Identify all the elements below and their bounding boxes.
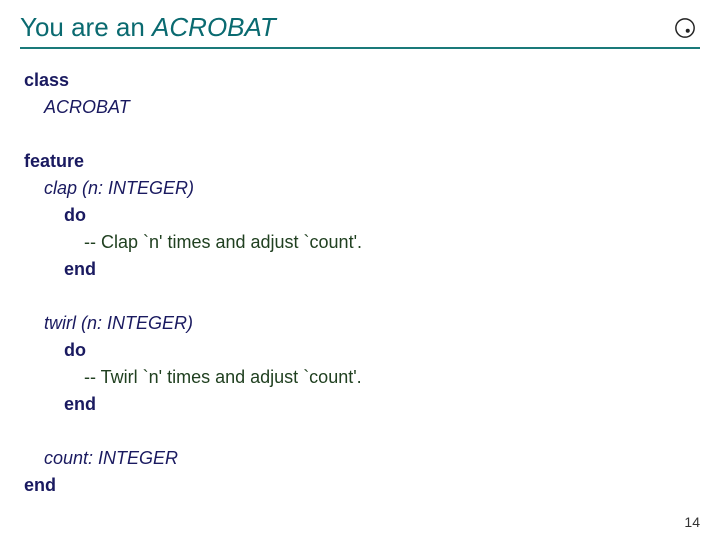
keyword-class: class [24, 70, 69, 90]
keyword-feature: feature [24, 151, 84, 171]
twirl-comment: -- Twirl `n' times and adjust `count'. [84, 367, 362, 387]
page-title: You are an ACROBAT [20, 12, 276, 43]
code-block: class ACROBAT feature clap (n: INTEGER) … [20, 67, 700, 499]
title-prefix: You are an [20, 12, 152, 42]
keyword-do: do [64, 205, 86, 225]
keyword-do: do [64, 340, 86, 360]
keyword-end-class: end [24, 475, 56, 495]
count-declaration: count: INTEGER [44, 448, 178, 468]
clap-signature: clap (n: INTEGER) [44, 178, 194, 198]
class-name: ACROBAT [44, 97, 130, 117]
title-bar: You are an ACROBAT [20, 12, 700, 49]
keyword-end: end [64, 394, 96, 414]
keyword-end: end [64, 259, 96, 279]
clap-comment: -- Clap `n' times and adjust `count'. [84, 232, 362, 252]
page-number: 14 [684, 514, 700, 530]
twirl-signature: twirl (n: INTEGER) [44, 313, 193, 333]
title-emphasis: ACROBAT [152, 12, 276, 42]
eiffel-logo-icon [674, 17, 696, 39]
